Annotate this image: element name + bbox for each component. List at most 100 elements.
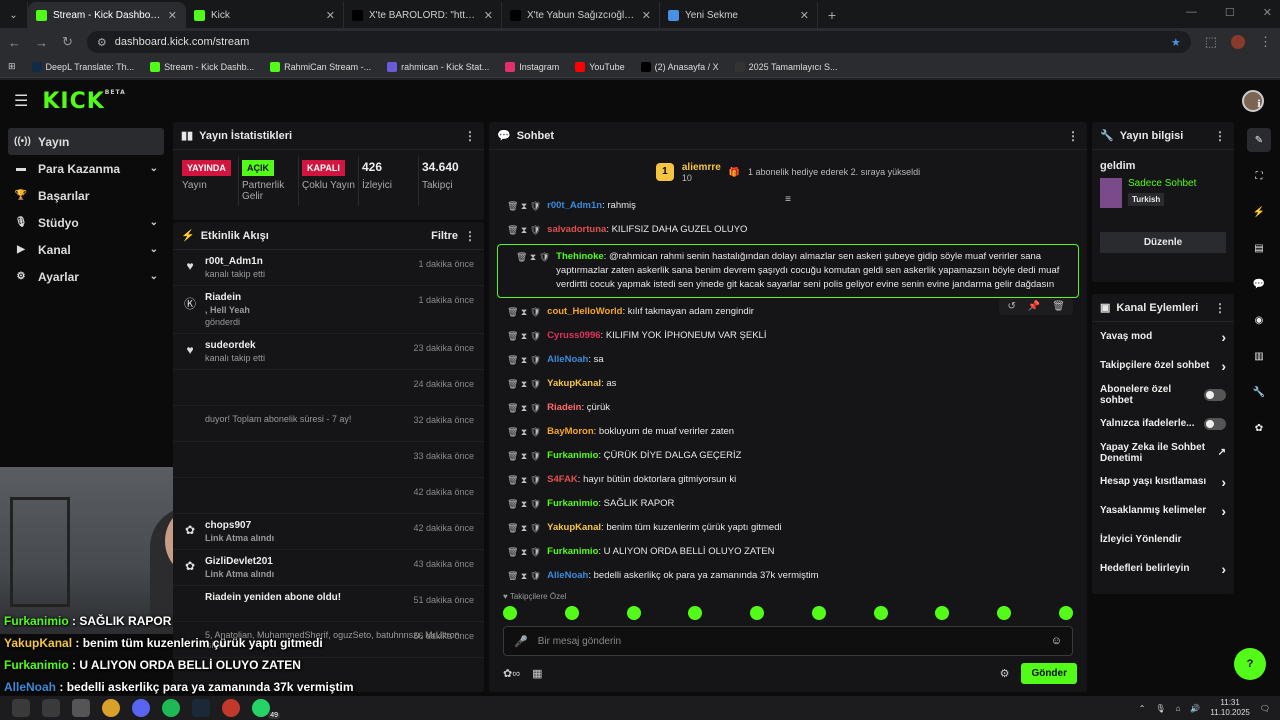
emote-icon[interactable] xyxy=(688,606,703,620)
app-icon-3[interactable] xyxy=(72,699,90,717)
chat-username[interactable]: Furkanimio xyxy=(547,498,598,509)
mod-actions-icon[interactable]: 🗑 ⧗ 🛡 xyxy=(507,223,541,237)
broadcast-icon[interactable]: ◉ xyxy=(1247,308,1271,332)
chat-username[interactable]: YakupKanal xyxy=(547,522,601,533)
channel-action-item[interactable]: İzleyici Yönlendir xyxy=(1092,525,1234,554)
mod-actions-icon[interactable]: 🗑 ⧗ 🛡 xyxy=(507,401,541,415)
minimize-button[interactable]: — xyxy=(1186,6,1197,19)
tab-close-icon[interactable]: ✕ xyxy=(326,9,335,22)
mod-actions-icon[interactable]: 🗑 ⧗ 🛡 xyxy=(507,449,541,463)
mod-actions-icon[interactable]: 🗑 ⧗ 🛡 xyxy=(507,545,541,559)
channel-action-item[interactable]: Hedefleri belirleyin › xyxy=(1092,554,1234,583)
kick-logo[interactable]: KICKBETA xyxy=(42,89,125,114)
chat-username[interactable]: Thehinoke xyxy=(556,251,604,262)
store-icon[interactable]: ▦ xyxy=(532,667,542,680)
emote-icon[interactable] xyxy=(935,606,950,620)
sidebar-item-studio[interactable]: 🎙 Stüdyo ⌄ xyxy=(8,209,164,236)
send-button[interactable]: Gönder xyxy=(1021,662,1077,684)
chrome-icon[interactable] xyxy=(102,699,120,717)
chat-username[interactable]: Furkanimio xyxy=(547,546,598,557)
steam-icon[interactable] xyxy=(192,699,210,717)
channel-action-item[interactable]: Yalnızca ifadelerle... xyxy=(1092,409,1234,438)
browser-menu-icon[interactable]: ⋮ xyxy=(1259,34,1272,50)
extensions-icon[interactable]: ⬚ xyxy=(1205,34,1217,50)
gift-user[interactable]: aliemrre xyxy=(682,162,721,173)
emote-icon[interactable] xyxy=(503,606,517,620)
reload-icon[interactable]: ↻ xyxy=(62,34,73,50)
mod-actions-icon[interactable]: 🗑 ⧗ 🛡 xyxy=(507,199,541,213)
document-icon[interactable]: ▤ xyxy=(1247,236,1271,260)
tab-close-icon[interactable]: ✕ xyxy=(642,9,651,22)
chat-username[interactable]: cout_HelloWorld xyxy=(547,306,622,317)
filter-button[interactable]: Filtre xyxy=(431,230,458,242)
browser-tab[interactable]: Kick ✕ xyxy=(186,2,344,28)
emote-icon[interactable] xyxy=(873,606,888,620)
volume-icon[interactable]: 🔊 xyxy=(1190,704,1200,713)
reply-icon[interactable]: ↺ xyxy=(1007,301,1015,312)
whatsapp-icon[interactable]: 49 xyxy=(252,699,280,719)
network-icon[interactable]: ⌂ xyxy=(1176,704,1181,713)
channel-action-item[interactable]: Yavaş mod › xyxy=(1092,322,1234,351)
activity-menu-icon[interactable]: ⋮ xyxy=(464,229,476,243)
tray-chevron-icon[interactable]: ⌃ xyxy=(1139,704,1146,713)
spotify-icon[interactable] xyxy=(162,699,180,717)
back-icon[interactable]: ← xyxy=(8,35,21,50)
forward-icon[interactable]: → xyxy=(35,35,48,50)
emote-icon[interactable] xyxy=(811,606,826,620)
emote-icon[interactable] xyxy=(1058,606,1073,620)
chat-username[interactable]: Furkanimio xyxy=(547,450,598,461)
chat-toolbar-icon[interactable]: 💬 xyxy=(1247,272,1271,296)
mod-actions-icon[interactable]: 🗑 ⧗ 🛡 xyxy=(507,521,541,535)
channel-action-item[interactable]: Yasaklanmış kelimeler › xyxy=(1092,496,1234,525)
clock[interactable]: 11:31 11.10.2025 xyxy=(1210,698,1249,718)
info-icon[interactable]: ℹ xyxy=(1247,92,1271,116)
chat-username[interactable]: Cyruss0996 xyxy=(547,330,600,341)
app-icon-5[interactable] xyxy=(132,699,150,717)
lightning-toolbar-icon[interactable]: ⚡ xyxy=(1247,200,1271,224)
channel-action-item[interactable]: Yapay Zeka ile Sohbet Denetimi ↗ xyxy=(1092,438,1234,467)
chat-username[interactable]: AlleNoah xyxy=(547,354,588,365)
browser-tab[interactable]: X'te Yabun Sağızcıoğlu: " KÑ ✕ xyxy=(502,2,660,28)
mod-actions-icon[interactable]: 🗑 ⧗ 🛡 xyxy=(507,473,541,487)
emote-icon[interactable] xyxy=(564,606,579,620)
sidebar-item-gear[interactable]: ⚙ Ayarlar ⌄ xyxy=(8,263,164,290)
category-label[interactable]: Sadece Sohbet xyxy=(1128,178,1196,189)
browser-tab[interactable]: Stream - Kick Dashboard ✕ xyxy=(28,2,186,28)
mod-actions-icon[interactable]: 🗑 ⧗ 🛡 xyxy=(507,497,541,511)
tab-close-icon[interactable]: ✕ xyxy=(800,9,809,22)
mod-actions-icon[interactable]: 🗑 ⧗ 🛡 xyxy=(507,305,541,319)
bookmark-item[interactable]: 2025 Tamamlayıcı S... xyxy=(734,61,838,72)
chat-username[interactable]: AlleNoah xyxy=(547,570,588,580)
tab-close-icon[interactable]: ✕ xyxy=(484,9,493,22)
chat-settings-icon[interactable]: ⚙ xyxy=(1000,667,1010,680)
mod-actions-icon[interactable]: 🗑 ⧗ 🛡 xyxy=(507,353,541,367)
mic-icon[interactable]: 🎤 xyxy=(514,635,528,648)
emote-icon[interactable] xyxy=(750,606,765,620)
stats-menu-icon[interactable]: ⋮ xyxy=(464,129,476,143)
browser-tab[interactable]: X'te BAROLORD: "https://t.co/w ✕ xyxy=(344,2,502,28)
sidebar-item-trophy[interactable]: 🏆 Başarılar xyxy=(8,182,164,209)
mod-actions-icon[interactable]: 🗑 ⧗ 🛡 xyxy=(507,569,541,580)
emoji-icon[interactable]: ☺ xyxy=(1051,635,1062,647)
help-bubble-icon[interactable]: ? xyxy=(1234,648,1266,680)
toggle-switch[interactable] xyxy=(1204,388,1226,401)
hamburger-menu-icon[interactable]: ☰ xyxy=(14,91,28,111)
apps-grid-icon[interactable]: ⊞ xyxy=(8,61,16,72)
emote-icon[interactable] xyxy=(626,606,641,620)
chat-username[interactable]: Riadein xyxy=(547,402,581,413)
tab-menu[interactable]: ⌄ xyxy=(0,2,28,28)
bookmark-item[interactable]: YouTube xyxy=(575,61,625,72)
toggle-switch[interactable] xyxy=(1204,417,1226,430)
mod-actions-icon[interactable]: 🗑 ⧗ 🛡 xyxy=(507,329,541,343)
layout-icon[interactable]: ▥ xyxy=(1247,344,1271,368)
chat-menu-icon[interactable]: ⋮ xyxy=(1067,129,1079,143)
chat-username[interactable]: r00t_Adm1n xyxy=(547,200,602,211)
sidebar-item-radio[interactable]: ((•)) Yayın xyxy=(8,128,164,155)
mic-tray-icon[interactable]: 🎙 xyxy=(1155,704,1165,713)
chevron-down-icon[interactable]: ⌄ xyxy=(150,244,158,255)
bookmark-item[interactable]: DeepL Translate: Th... xyxy=(31,61,134,72)
channel-action-item[interactable]: Takipçilere özel sohbet › xyxy=(1092,351,1234,380)
notifications-icon[interactable]: 🗨 xyxy=(1260,704,1270,713)
tools-icon[interactable]: 🔧 xyxy=(1247,380,1271,404)
bookmark-item[interactable]: Stream - Kick Dashb... xyxy=(150,61,254,72)
